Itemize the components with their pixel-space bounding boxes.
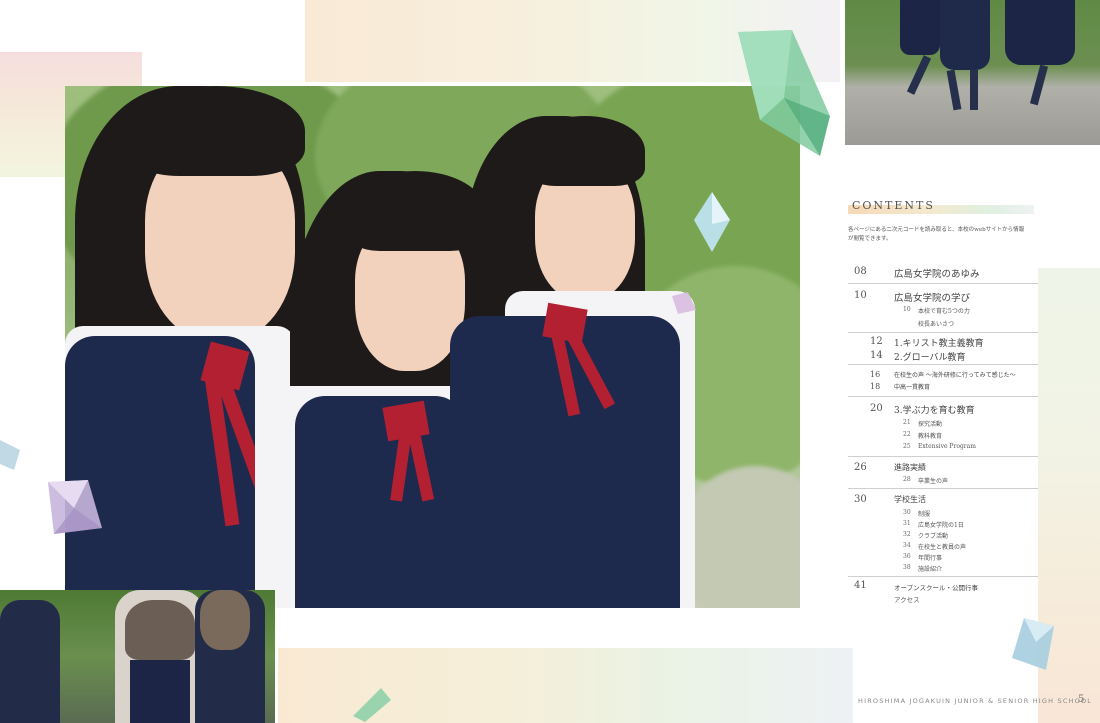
- toc-sub-title: クラブ活動: [918, 533, 949, 540]
- toc-sub-number: 10: [903, 306, 911, 313]
- contents-heading: CONTENTS: [852, 199, 935, 212]
- toc-sub-title: 探究活動: [918, 421, 943, 428]
- school-name-footer: HIROSHIMA JOGAKUIN JUNIOR & SENIOR HIGH …: [858, 697, 1093, 705]
- crystal-green-bottom: [353, 688, 391, 722]
- toc-sub-title: 施設紹介: [918, 566, 943, 573]
- page-number: 5: [1078, 694, 1085, 705]
- toc-number: 16: [870, 370, 881, 379]
- crystal-pink-tiny: [672, 292, 696, 314]
- toc-sub-number: 32: [903, 531, 911, 538]
- toc-sub-title: 在校生と教員の声: [918, 544, 967, 551]
- toc-number: 20: [870, 403, 883, 414]
- toc-number: 30: [854, 494, 867, 505]
- photo-students-back: [0, 590, 275, 723]
- toc-number: 14: [870, 350, 883, 361]
- divider: [848, 396, 1038, 397]
- toc-number: 08: [854, 266, 867, 277]
- toc-number: 18: [870, 382, 881, 391]
- toc-sub-title: 広島女学院の1日: [918, 522, 964, 529]
- crystal-edge-left: [0, 440, 20, 470]
- toc-title: 広島女学院の学び: [894, 293, 971, 304]
- divider: [848, 283, 1038, 284]
- crystal-blue-bottom: [1012, 618, 1054, 670]
- toc-title: オープンスクール・公開行事: [894, 584, 978, 592]
- toc-title: 1.キリスト教主義教育: [894, 339, 984, 349]
- toc-sub-number: 31: [903, 520, 911, 527]
- main-photo-students: [65, 86, 800, 608]
- photo-students-walking: [845, 0, 1100, 145]
- toc-number: 10: [854, 290, 867, 301]
- toc-sub-number: 36: [903, 553, 911, 560]
- toc-sub-number: 25: [903, 443, 911, 450]
- toc-sub-title: 教科教育: [918, 433, 943, 440]
- toc-sub-title: 校長あいさつ: [918, 321, 955, 328]
- crystal-blue-small: [694, 192, 730, 252]
- toc-number: 12: [870, 336, 883, 347]
- toc-sub-number: 21: [903, 419, 911, 426]
- toc-sub-title: 卒業生の声: [918, 478, 949, 485]
- toc-title: 3.学ぶ力を育む教育: [894, 406, 975, 416]
- toc-title: 2.グローバル教育: [894, 353, 966, 363]
- toc-sub-title: 制服: [918, 511, 931, 518]
- toc-title: 中高一貫教育: [894, 384, 931, 391]
- crystal-purple: [48, 480, 102, 534]
- toc-sub-title: Extensive Program: [918, 443, 976, 450]
- toc-sub-title: アクセス: [894, 596, 920, 604]
- toc-title: 学校生活: [894, 495, 926, 504]
- toc-sub-title: 年間行事: [918, 555, 943, 562]
- divider: [848, 456, 1038, 457]
- divider: [848, 576, 1038, 577]
- crystal-green-large: [738, 30, 830, 156]
- toc-number: 26: [854, 462, 867, 473]
- toc-sub-number: 30: [903, 509, 911, 516]
- toc-sub-number: 22: [903, 431, 911, 438]
- contents-note: 各ページにある二次元コードを読み取ると、本校のwebサイトから情報が閲覧できます…: [848, 227, 1025, 242]
- toc-title: 在校生の声 ～海外研修に行ってみて感じた～: [894, 372, 1016, 379]
- divider: [848, 488, 1038, 489]
- toc-title: 広島女学院のあゆみ: [894, 269, 980, 280]
- toc-sub-number: 38: [903, 564, 911, 571]
- toc-number: 41: [854, 580, 867, 591]
- toc-sub-number: 28: [903, 476, 911, 483]
- toc-sub-number: 34: [903, 542, 911, 549]
- divider: [848, 364, 1038, 365]
- toc-title: 進路実績: [894, 463, 926, 472]
- divider: [848, 332, 1038, 333]
- toc-sub-title: 本校で育む5つの力: [918, 308, 970, 315]
